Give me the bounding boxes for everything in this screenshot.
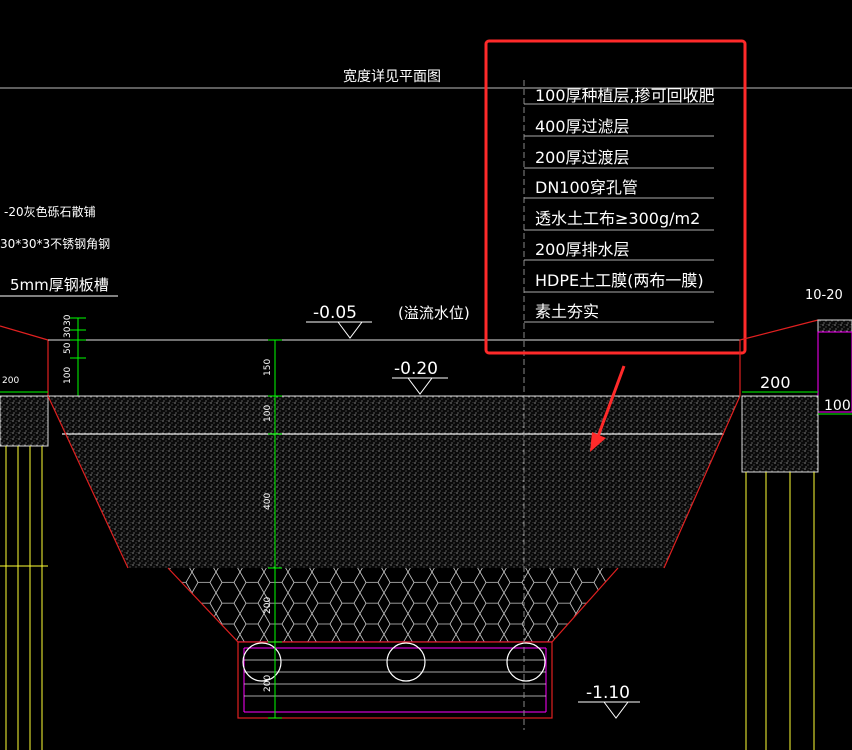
left-dim-4: 100: [63, 367, 73, 384]
center-dim-1: 150: [263, 359, 273, 376]
left-width-dim: 200: [2, 376, 19, 386]
filter-layer: [48, 396, 740, 568]
elevation-label-overflow: -0.05: [313, 303, 357, 323]
left-dim-2: 30: [63, 326, 73, 338]
layer-label-transition: 200厚过渡层: [535, 148, 630, 167]
layer-label-geotextile: 透水土工布≥300g/m2: [535, 209, 700, 228]
layer-label-filter: 400厚过滤层: [535, 117, 630, 136]
layer-label-drainage: 200厚排水层: [535, 240, 630, 259]
right-note: 10-20: [805, 288, 843, 303]
overflow-label: (溢流水位): [398, 304, 470, 322]
drainage-trench: [237, 641, 553, 719]
left-note-angle-steel: 30*30*3不锈钢角钢: [0, 237, 110, 251]
elevation-marker-bottom: [578, 701, 640, 719]
right-small-dim: 100: [824, 398, 851, 414]
center-dim-5: 200: [263, 675, 273, 692]
elevation-label-surface: -0.20: [394, 359, 438, 379]
elevation-label-bottom: -1.10: [586, 683, 630, 703]
left-note-steel-plate: 5mm厚钢板槽: [10, 276, 109, 294]
layer-label-hdpe: HDPE土工膜(两布一膜): [535, 271, 704, 290]
drawing-canvas: 宽度详见平面图 -20灰色砾石散铺 30*30*3不锈钢角钢 5mm厚钢板槽 1…: [0, 39, 852, 750]
right-edge-structure: [739, 319, 852, 750]
elevation-marker-overflow: [306, 321, 372, 339]
center-dim-4: 200: [263, 597, 273, 614]
center-dim-2: 100: [263, 405, 273, 422]
layer-label-planting: 100厚种植层,掺可回收肥: [535, 86, 715, 105]
top-note: 宽度详见平面图: [343, 68, 441, 85]
right-width-dim: 200: [760, 373, 791, 392]
layer-label-pipe: DN100穿孔管: [535, 178, 638, 197]
left-dim-3: 50: [63, 342, 73, 354]
left-note-gravel: -20灰色砾石散铺: [4, 204, 96, 219]
layer-label-subgrade: 素土夯实: [535, 302, 599, 321]
transition-layer: [168, 568, 618, 642]
center-dim-3: 400: [263, 493, 273, 510]
left-dim-1: 30: [63, 314, 73, 326]
elevation-marker-surface: [392, 377, 448, 395]
